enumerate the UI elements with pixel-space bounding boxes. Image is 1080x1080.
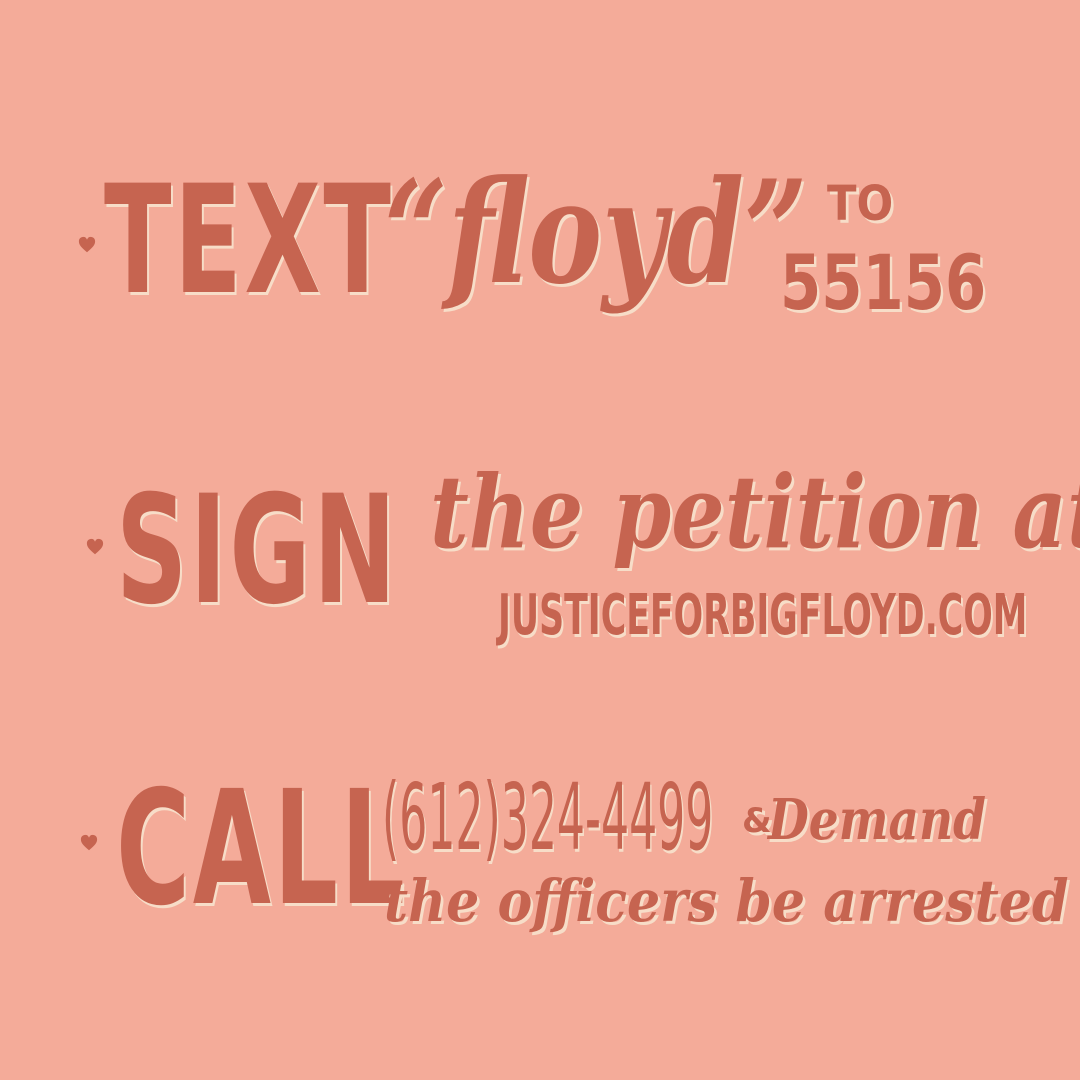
sign-action: SIGN [116,464,399,638]
petition-phrase: the petition at [430,453,1080,571]
heart-icon [80,834,98,851]
keyword-floyd: “floyd” [384,150,808,316]
heart-icon [78,236,96,253]
text-action: TEXT [104,154,394,328]
call-action: CALL [116,757,408,941]
phone-number: (612)324-4499 [382,764,714,871]
graphic-canvas: TEXT “floyd” TO 55156 SIGN the petition … [0,0,1080,1080]
petition-website: JUSTICEFORBIGFLOYD.COM [498,583,1028,648]
to-label: TO [827,176,894,232]
demand-label: Demand [768,787,987,853]
heart-icon [86,538,104,555]
text-number: 55156 [780,238,987,327]
demand-message: the officers be arrested ! [384,867,1080,935]
